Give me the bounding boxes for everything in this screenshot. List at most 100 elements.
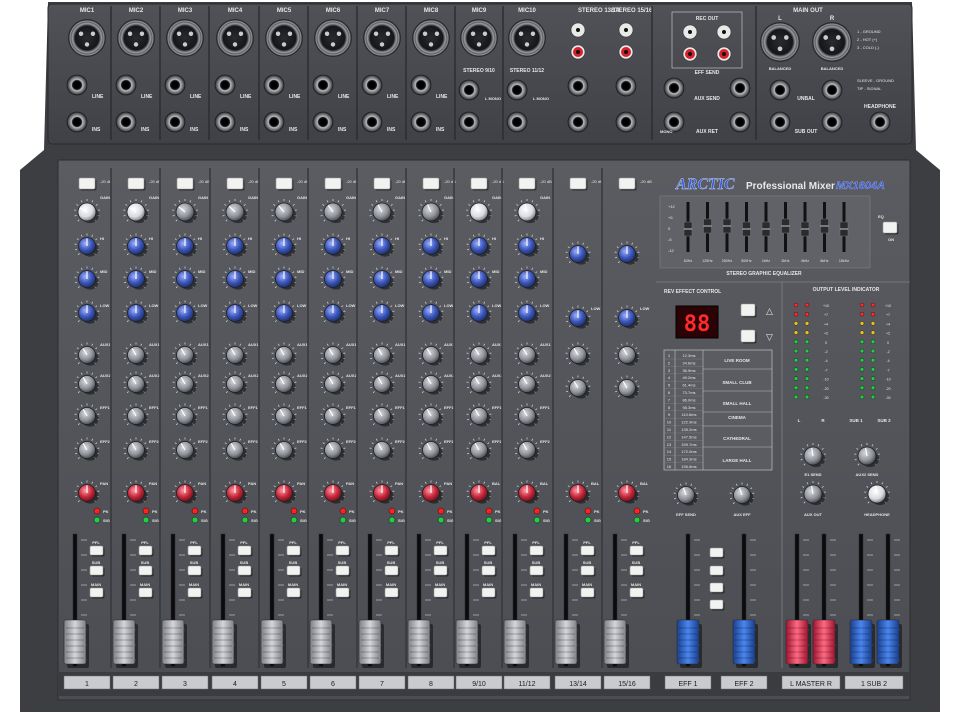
sub-button-7[interactable]: [384, 565, 400, 577]
pfl-button-1[interactable]: [89, 545, 105, 557]
pfl-button-11[interactable]: [580, 545, 596, 557]
mic-xlr-input-7[interactable]: [363, 19, 401, 57]
main-button-4[interactable]: [237, 587, 253, 599]
pad-button-6[interactable]: [324, 177, 343, 191]
mic-xlr-input-6[interactable]: [314, 19, 352, 57]
stereo-input-l-1[interactable]: [458, 79, 480, 101]
mic-xlr-input-5[interactable]: [265, 19, 303, 57]
sub-button-2[interactable]: [138, 565, 154, 577]
insert-jack-1[interactable]: [66, 111, 88, 133]
pad-button-3[interactable]: [176, 177, 195, 191]
line-input-jack-3[interactable]: [164, 74, 186, 96]
sub-button-9[interactable]: [481, 565, 497, 577]
unbal-l-jack[interactable]: [769, 79, 791, 101]
mic-xlr-input-10[interactable]: [508, 19, 546, 57]
insert-jack-6[interactable]: [312, 111, 334, 133]
main-button-12[interactable]: [629, 587, 645, 599]
main-button-6[interactable]: [335, 587, 351, 599]
pad-button-4[interactable]: [226, 177, 245, 191]
line-input-jack-7[interactable]: [361, 74, 383, 96]
line-input-jack-1[interactable]: [66, 74, 88, 96]
stereo-input-r-2[interactable]: [506, 111, 528, 133]
pfl-button-8[interactable]: [433, 545, 449, 557]
sub-button-4[interactable]: [237, 565, 253, 577]
main-out-xlr-left[interactable]: [760, 22, 800, 62]
insert-jack-3[interactable]: [164, 111, 186, 133]
line-input-jack-5[interactable]: [263, 74, 285, 96]
pad-button-10[interactable]: [518, 177, 537, 191]
mic-xlr-input-3[interactable]: [166, 19, 204, 57]
eff-sub-button[interactable]: [709, 565, 725, 577]
line-input-jack-2[interactable]: [115, 74, 137, 96]
insert-jack-2[interactable]: [115, 111, 137, 133]
sub-button-8[interactable]: [433, 565, 449, 577]
insert-jack-5[interactable]: [263, 111, 285, 133]
eff-pfl-button[interactable]: [709, 547, 725, 559]
effect-down-button[interactable]: [740, 329, 757, 344]
stereo-15-l-jack[interactable]: [615, 75, 637, 97]
effect-up-button[interactable]: [740, 303, 757, 318]
stereo-input-r-1[interactable]: [458, 111, 480, 133]
line-input-jack-4[interactable]: [214, 74, 236, 96]
unbal-r-jack[interactable]: [821, 79, 843, 101]
pad-button-8[interactable]: [422, 177, 441, 191]
pfl-button-5[interactable]: [286, 545, 302, 557]
main-button-11[interactable]: [580, 587, 596, 599]
sub-button-12[interactable]: [629, 565, 645, 577]
mic-xlr-input-9[interactable]: [460, 19, 498, 57]
pfl-button-9[interactable]: [481, 545, 497, 557]
stereo-13-l-jack[interactable]: [567, 75, 589, 97]
line-input-jack-8[interactable]: [410, 74, 432, 96]
mic-xlr-input-4[interactable]: [216, 19, 254, 57]
pfl-button-6[interactable]: [335, 545, 351, 557]
rec-out-r-red[interactable]: [716, 46, 732, 62]
sub-button-1[interactable]: [89, 565, 105, 577]
sub-button-10[interactable]: [529, 565, 545, 577]
main-button-1[interactable]: [89, 587, 105, 599]
pfl-button-3[interactable]: [187, 545, 203, 557]
aux-send-jack[interactable]: [729, 77, 751, 99]
main-button-7[interactable]: [384, 587, 400, 599]
pad-button-1[interactable]: [78, 177, 97, 191]
main-button-5[interactable]: [286, 587, 302, 599]
pad-button-5[interactable]: [275, 177, 294, 191]
sub-out-1-jack[interactable]: [769, 111, 791, 133]
pad-button-7[interactable]: [373, 177, 392, 191]
pfl-button-12[interactable]: [629, 545, 645, 557]
main-button-2[interactable]: [138, 587, 154, 599]
mic-xlr-input-1[interactable]: [68, 19, 106, 57]
pfl-button-2[interactable]: [138, 545, 154, 557]
pad-button-12[interactable]: [618, 177, 637, 191]
geq-on-button[interactable]: [882, 221, 899, 235]
pfl-button-10[interactable]: [529, 545, 545, 557]
sub-button-6[interactable]: [335, 565, 351, 577]
pad-button-9[interactable]: [470, 177, 489, 191]
main-button-8[interactable]: [433, 587, 449, 599]
main-out-xlr-right[interactable]: [812, 22, 852, 62]
pad-button-2[interactable]: [127, 177, 146, 191]
stereo-input-l-2[interactable]: [506, 79, 528, 101]
stereo-15-r-jack[interactable]: [615, 111, 637, 133]
main-button-3[interactable]: [187, 587, 203, 599]
eff-extra-button[interactable]: [709, 599, 725, 611]
pfl-button-7[interactable]: [384, 545, 400, 557]
eff-main-button[interactable]: [709, 582, 725, 594]
headphone-jack[interactable]: [869, 111, 891, 133]
main-button-10[interactable]: [529, 587, 545, 599]
mic-xlr-input-8[interactable]: [412, 19, 450, 57]
rec-out-l-red[interactable]: [682, 46, 698, 62]
pad-button-11[interactable]: [569, 177, 588, 191]
rca-13-red[interactable]: [570, 44, 586, 60]
stereo-13-r-jack[interactable]: [567, 111, 589, 133]
sub-button-3[interactable]: [187, 565, 203, 577]
rec-out-r-white[interactable]: [716, 24, 732, 40]
rca-13-white[interactable]: [570, 22, 586, 38]
insert-jack-7[interactable]: [361, 111, 383, 133]
insert-jack-8[interactable]: [410, 111, 432, 133]
rca-15-red[interactable]: [618, 44, 634, 60]
rca-15-white[interactable]: [618, 22, 634, 38]
rec-out-l-white[interactable]: [682, 24, 698, 40]
mic-xlr-input-2[interactable]: [117, 19, 155, 57]
sub-button-11[interactable]: [580, 565, 596, 577]
insert-jack-4[interactable]: [214, 111, 236, 133]
